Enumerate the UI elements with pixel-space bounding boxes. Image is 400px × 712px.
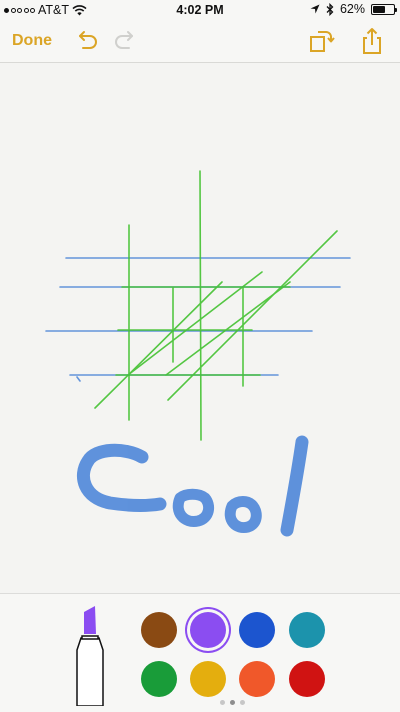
marker-icon[interactable]: [72, 606, 108, 706]
palette-page-indicator: [220, 700, 245, 705]
bluetooth-icon: [326, 2, 334, 16]
color-swatch[interactable]: [141, 612, 177, 648]
color-swatch[interactable]: [141, 661, 177, 697]
battery-icon: [371, 3, 397, 15]
undo-icon[interactable]: [72, 26, 102, 56]
status-bar: AT&T 4:02 PM 62%: [0, 0, 400, 20]
color-swatch[interactable]: [289, 612, 325, 648]
done-button[interactable]: Done: [12, 32, 52, 50]
drawing-canvas[interactable]: [0, 63, 400, 593]
rotate-icon[interactable]: [306, 26, 336, 56]
color-swatch[interactable]: [289, 661, 325, 697]
green-grid-lines: [94, 170, 338, 441]
battery-percent: 62%: [339, 2, 365, 16]
handwritten-cool: [76, 435, 309, 537]
color-swatch[interactable]: [190, 661, 226, 697]
color-swatch[interactable]: [239, 661, 275, 697]
page-dot: [230, 700, 235, 705]
location-arrow-icon: [310, 4, 320, 14]
page-dot: [220, 700, 225, 705]
redo-icon[interactable]: [110, 26, 140, 56]
page-dot: [240, 700, 245, 705]
share-icon[interactable]: [357, 26, 387, 56]
color-swatch[interactable]: [190, 612, 226, 648]
sketch-toolbar: Done: [0, 20, 400, 63]
color-palette: [0, 593, 400, 712]
sketch-drawing: [45, 170, 351, 537]
blue-grid-lines: [45, 257, 351, 382]
color-swatch[interactable]: [239, 612, 275, 648]
